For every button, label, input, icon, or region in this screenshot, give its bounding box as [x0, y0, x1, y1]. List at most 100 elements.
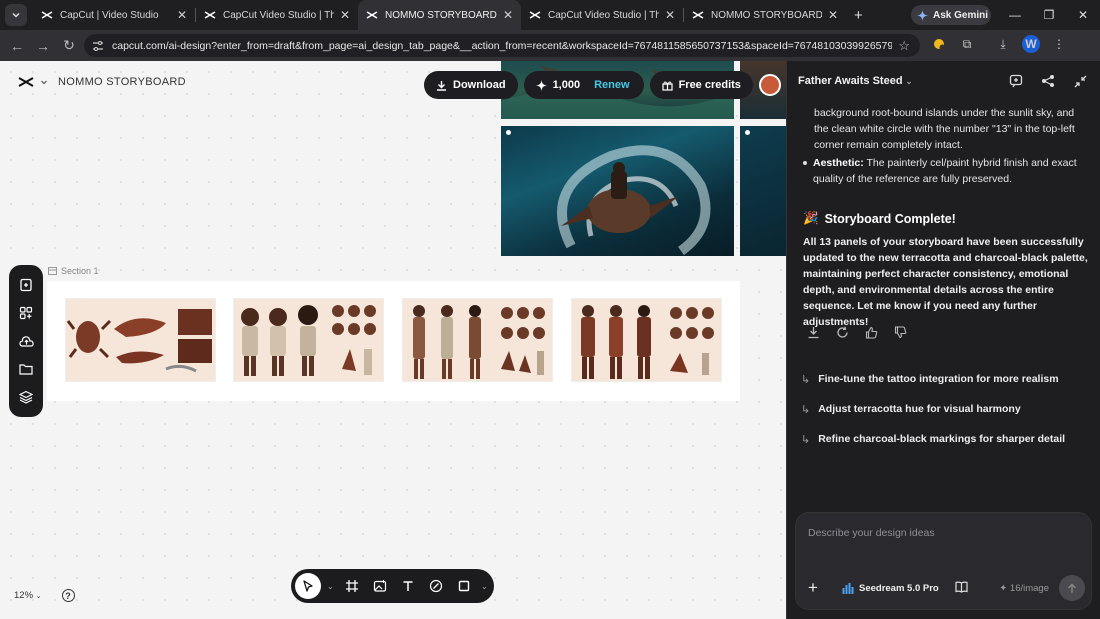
- close-icon[interactable]: ✕: [177, 8, 187, 22]
- reply-arrow-icon: ↳: [801, 433, 811, 446]
- conversation-title-dropdown[interactable]: Father Awaits Steed ⌄: [798, 75, 912, 87]
- puzzle-extensions-icon[interactable]: ⧉: [958, 35, 976, 53]
- creature-sheet-image: [66, 309, 212, 373]
- select-tool-button[interactable]: [295, 573, 321, 599]
- generated-image-tile[interactable]: [740, 126, 786, 256]
- model-selector[interactable]: Seedream 5.0 Pro: [842, 582, 939, 594]
- extension-badge-icon[interactable]: [930, 35, 948, 53]
- chevron-down-icon[interactable]: ⌄: [327, 582, 335, 591]
- download-icon[interactable]: [805, 324, 821, 340]
- forward-arrow-icon[interactable]: →: [30, 38, 56, 54]
- close-window-icon[interactable]: ✕: [1066, 0, 1100, 30]
- suggestion-chip[interactable]: ↳ Adjust terracotta hue for visual harmo…: [801, 396, 1071, 422]
- character-sheet-child[interactable]: [233, 298, 384, 382]
- close-icon[interactable]: ✕: [503, 8, 513, 22]
- templates-grid-icon[interactable]: [15, 302, 37, 324]
- chevron-down-icon[interactable]: [40, 78, 48, 86]
- extensions-area: ⧉ ⤓ W ⋮: [930, 35, 1068, 53]
- upload-cloud-icon[interactable]: [15, 330, 37, 352]
- add-attachment-icon[interactable]: +: [808, 578, 832, 598]
- browser-toolbar: ← → ↻ capcut.com/ai-design?enter_from=dr…: [0, 30, 1100, 61]
- bookmark-star-icon[interactable]: ☆: [898, 38, 910, 54]
- browser-tab-1[interactable]: CapCut | Video Studio ✕: [33, 0, 195, 30]
- ask-gemini-button[interactable]: Ask Gemini: [911, 5, 991, 25]
- browser-tab-3-active[interactable]: NOMMO STORYBOARD | Cap ✕: [358, 0, 521, 30]
- minimize-icon[interactable]: —: [998, 0, 1032, 30]
- sparkle-icon: [535, 79, 547, 91]
- thumbs-down-icon[interactable]: [892, 324, 908, 340]
- capcut-favicon-icon: [204, 9, 216, 21]
- credits-pill[interactable]: 1,000 Renew: [523, 71, 644, 99]
- download-label: Download: [453, 79, 506, 91]
- suggestion-chip[interactable]: ↳ Fine-tune the tattoo integration for m…: [801, 366, 1071, 392]
- frame-tool-icon[interactable]: [341, 575, 363, 597]
- child-sheet-image: [241, 305, 376, 376]
- bullet-item: Aesthetic: The painterly cel/paint hybri…: [803, 155, 1088, 187]
- send-button[interactable]: [1059, 575, 1085, 601]
- free-credits-label: Free credits: [678, 79, 741, 91]
- section-label[interactable]: Section 1: [48, 266, 99, 276]
- completion-heading: 🎉 Storyboard Complete!: [803, 211, 956, 226]
- arrow-up-icon: [1068, 583, 1076, 593]
- message-paragraph: background root-bound islands under the …: [814, 107, 1075, 151]
- cursor-arrow-icon: [303, 580, 313, 592]
- share-branch-icon[interactable]: [1040, 73, 1056, 89]
- folder-icon[interactable]: [15, 358, 37, 380]
- collapse-panel-icon[interactable]: [1072, 73, 1088, 89]
- shape-tool-icon[interactable]: [453, 575, 475, 597]
- section-frame[interactable]: [47, 281, 740, 401]
- book-reference-icon[interactable]: [955, 581, 968, 596]
- section-title: Section 1: [61, 266, 99, 276]
- browser-tab-4[interactable]: CapCut Video Studio | The all ✕: [521, 0, 683, 30]
- generated-image-turtle-rider[interactable]: [501, 126, 734, 256]
- zoom-dropdown[interactable]: 12% ⌄: [14, 590, 42, 601]
- thumbs-up-icon[interactable]: [863, 324, 879, 340]
- top-actions: Download 1,000 Renew Free credits: [424, 71, 781, 99]
- suggestion-chip[interactable]: ↳ Refine charcoal-black markings for sha…: [801, 426, 1071, 452]
- capcut-favicon-icon: [529, 9, 541, 21]
- help-icon[interactable]: ?: [61, 589, 75, 602]
- user-avatar[interactable]: [758, 74, 781, 96]
- regenerate-icon[interactable]: [834, 324, 850, 340]
- close-icon[interactable]: ✕: [828, 8, 838, 22]
- reload-icon[interactable]: ↻: [56, 37, 82, 54]
- completion-title: Storyboard Complete!: [824, 211, 956, 226]
- chevron-down-icon: ⌄: [35, 593, 42, 600]
- restore-icon[interactable]: ❐: [1032, 0, 1066, 30]
- bottom-toolbar: ⌄ ⌄: [291, 569, 494, 603]
- pen-draw-icon[interactable]: [425, 575, 447, 597]
- back-arrow-icon[interactable]: ←: [4, 38, 30, 54]
- character-sheet-woman[interactable]: [402, 298, 553, 382]
- profile-avatar[interactable]: W: [1022, 35, 1040, 53]
- new-tab-button[interactable]: +: [854, 7, 863, 24]
- close-icon[interactable]: ✕: [340, 8, 350, 22]
- address-bar[interactable]: capcut.com/ai-design?enter_from=draft&fr…: [84, 34, 920, 57]
- close-icon[interactable]: ✕: [665, 8, 675, 22]
- layers-icon[interactable]: [15, 386, 37, 408]
- image-generate-icon[interactable]: [369, 575, 391, 597]
- capcut-favicon-icon: [692, 9, 704, 21]
- tab-search-button[interactable]: [5, 4, 27, 26]
- add-frame-icon[interactable]: [15, 274, 37, 296]
- character-sheet-creature[interactable]: [65, 298, 216, 382]
- prompt-input[interactable]: Describe your design ideas: [808, 527, 935, 539]
- site-settings-icon[interactable]: [92, 40, 104, 52]
- chevron-down-icon[interactable]: ⌄: [481, 582, 489, 591]
- download-button[interactable]: Download: [424, 71, 518, 99]
- design-canvas[interactable]: NOMMO STORYBOARD Download 1,000 Renew Fr…: [0, 61, 786, 619]
- gift-icon: [661, 80, 673, 91]
- renew-link[interactable]: Renew: [594, 79, 629, 91]
- browser-tab-2[interactable]: CapCut Video Studio | The all ✕: [196, 0, 358, 30]
- free-credits-button[interactable]: Free credits: [649, 71, 753, 99]
- project-header[interactable]: NOMMO STORYBOARD: [18, 76, 186, 88]
- kebab-menu-icon[interactable]: ⋮: [1050, 35, 1068, 53]
- text-tool-icon[interactable]: [397, 575, 419, 597]
- download-icon: [437, 80, 446, 91]
- window-controls: — ❐ ✕: [998, 0, 1100, 30]
- character-sheet-man[interactable]: [571, 298, 722, 382]
- project-title: NOMMO STORYBOARD: [58, 76, 186, 88]
- new-chat-icon[interactable]: [1008, 73, 1024, 89]
- panel-actions: [1008, 73, 1088, 89]
- browser-tab-5[interactable]: NOMMO STORYBOARD | Cap ✕: [684, 0, 846, 30]
- download-icon[interactable]: ⤓: [994, 35, 1012, 53]
